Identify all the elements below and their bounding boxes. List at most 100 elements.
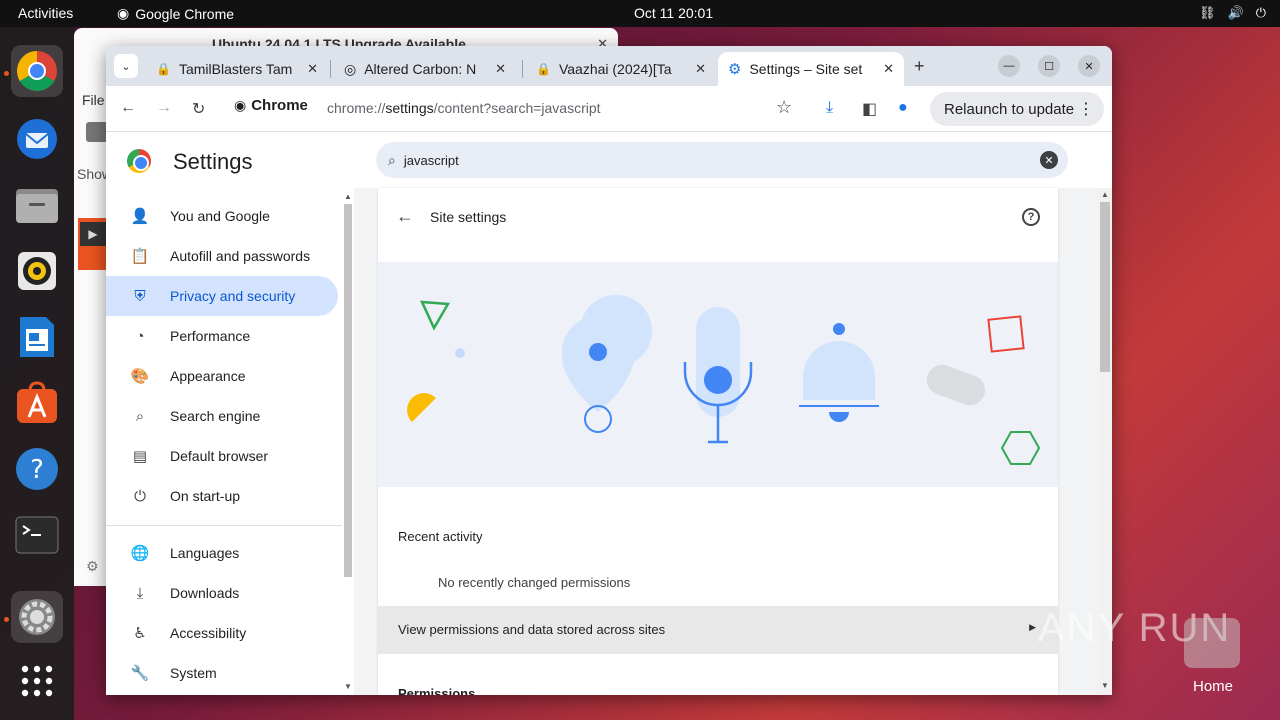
bookmark-star-icon[interactable]: ☆ xyxy=(776,97,792,118)
thunderbird-icon[interactable] xyxy=(11,113,63,165)
network-icon: ⛓ xyxy=(1199,5,1216,20)
tab-strip: ⌄ 🔒 TamilBlasters Tam ✕ ◎ Altered Carbon… xyxy=(106,46,1112,86)
scroll-down-icon[interactable]: ▼ xyxy=(344,682,352,691)
no-recent-text: No recently changed permissions xyxy=(438,575,631,590)
tab-settings[interactable]: ⚙ Settings – Site set ✕ xyxy=(718,52,904,86)
clear-search-icon[interactable]: ✕ xyxy=(1040,151,1058,169)
close-tab-icon[interactable]: ✕ xyxy=(883,61,894,77)
favicon-icon: ◎ xyxy=(344,60,357,77)
nav-label: Search engine xyxy=(170,408,261,424)
nav-system[interactable]: 🔧 System xyxy=(106,653,338,693)
download-icon[interactable]: ⤓ xyxy=(826,99,833,117)
file-menu[interactable]: File xyxy=(82,92,105,108)
files-icon[interactable] xyxy=(11,179,63,231)
reload-icon[interactable]: ↻ xyxy=(192,99,205,119)
top-bar: Activities ◉ Google Chrome Oct 11 20:01 … xyxy=(0,0,1280,27)
back-icon[interactable]: ← xyxy=(120,99,136,117)
sidebar-scrollbar[interactable]: ▲ ▼ xyxy=(342,192,354,692)
relaunch-button[interactable]: Relaunch to update ⋮ xyxy=(930,92,1104,126)
settings-main: ← Site settings ? Recent activity No rec… xyxy=(354,188,1098,695)
settings-header: Settings ⌕ javascript ✕ xyxy=(106,132,1112,188)
nav-label: On start-up xyxy=(170,488,241,504)
help-icon[interactable]: ? xyxy=(11,443,63,495)
show-apps-icon[interactable] xyxy=(11,655,63,707)
nav-label: Languages xyxy=(170,545,240,561)
terminal-icon[interactable] xyxy=(11,509,63,561)
app-menu-label: Google Chrome xyxy=(135,5,235,22)
nav-label: System xyxy=(170,665,217,681)
settings-search[interactable]: ⌕ javascript ✕ xyxy=(376,142,1068,178)
settings-icon[interactable] xyxy=(11,591,63,643)
activities-button[interactable]: Activities xyxy=(18,5,73,21)
chrome-icon[interactable] xyxy=(11,45,63,97)
scroll-down-icon[interactable]: ▼ xyxy=(1101,681,1109,690)
nav-default-browser[interactable]: ▤ Default browser xyxy=(106,436,338,476)
nav-search-engine[interactable]: ⌕ Search engine xyxy=(106,396,338,436)
hero-illustration xyxy=(378,262,1058,487)
chevron-right-icon: ▶ xyxy=(1029,622,1036,632)
clock[interactable]: Oct 11 20:01 xyxy=(634,5,713,21)
tab-tamilblasters[interactable]: 🔒 TamilBlasters Tam ✕ xyxy=(146,52,328,86)
scrollbar-thumb[interactable] xyxy=(1100,202,1110,372)
url-path: /content?search=javascript xyxy=(433,100,601,116)
nav-you-and-google[interactable]: 👤 You and Google xyxy=(106,196,338,236)
search-input[interactable]: javascript xyxy=(404,153,1040,168)
tab-title: Vaazhai (2024)[Ta xyxy=(558,61,672,77)
tab-title: TamilBlasters Tam xyxy=(178,61,293,77)
system-tray[interactable]: ⛓ 🔊 ⏻ xyxy=(1199,5,1266,21)
nav-divider xyxy=(106,525,342,526)
power-icon: ⏻ xyxy=(134,487,146,505)
scroll-up-icon[interactable]: ▲ xyxy=(1101,190,1109,199)
nav-languages[interactable]: 🌐 Languages xyxy=(106,533,338,573)
nav-autofill[interactable]: 📋 Autofill and passwords xyxy=(106,236,338,276)
nav-appearance[interactable]: 🎨 Appearance xyxy=(106,356,338,396)
nav-downloads[interactable]: ⤓ Downloads xyxy=(106,573,338,613)
nav-performance[interactable]: ◔ Performance xyxy=(106,316,338,356)
writer-icon[interactable] xyxy=(11,311,63,363)
close-tab-icon[interactable]: ✕ xyxy=(695,61,706,77)
tab-divider xyxy=(330,60,331,78)
url-host: settings xyxy=(385,100,434,116)
forward-icon[interactable]: → xyxy=(156,99,172,117)
menu-dots-icon[interactable]: ⋮ xyxy=(1078,99,1094,119)
palette-icon: 🎨 xyxy=(130,368,150,385)
tab-divider xyxy=(522,60,523,78)
site-info-chip[interactable]: ◉ Chrome xyxy=(234,97,308,114)
rhythmbox-icon[interactable] xyxy=(11,245,63,297)
wrench-icon: 🔧 xyxy=(130,665,150,682)
nav-label: Downloads xyxy=(170,585,240,601)
maximize-button[interactable]: ☐ xyxy=(1038,55,1060,77)
nav-privacy-security[interactable]: ⛨ Privacy and security xyxy=(106,276,338,316)
home-folder-icon[interactable] xyxy=(1184,618,1240,668)
section-title: Site settings xyxy=(430,209,507,225)
scroll-up-icon[interactable]: ▲ xyxy=(344,192,352,201)
profile-icon[interactable]: ● xyxy=(898,99,908,117)
close-window-button[interactable]: ✕ xyxy=(1078,55,1100,77)
play-icon[interactable]: ▶ xyxy=(80,222,106,246)
minimize-button[interactable]: — xyxy=(998,55,1020,77)
app-center-icon[interactable] xyxy=(11,377,63,429)
scrollbar-thumb[interactable] xyxy=(344,204,352,577)
address-bar[interactable]: chrome://settings/content?search=javascr… xyxy=(327,100,601,116)
maximize-icon: ☐ xyxy=(1044,60,1054,73)
url-prefix: chrome:// xyxy=(327,100,386,116)
close-tab-icon[interactable]: ✕ xyxy=(495,61,506,77)
favicon-icon: 🔒 xyxy=(536,62,551,76)
chrome-window: ⌄ 🔒 TamilBlasters Tam ✕ ◎ Altered Carbon… xyxy=(106,46,1112,695)
nav-on-startup[interactable]: ⏻ On start-up xyxy=(106,476,338,516)
close-tab-icon[interactable]: ✕ xyxy=(307,61,318,77)
new-tab-button[interactable]: + xyxy=(914,56,925,77)
site-settings-card: ← Site settings ? Recent activity No rec… xyxy=(378,188,1058,695)
gear-icon[interactable]: ⚙ xyxy=(86,558,99,575)
app-menu[interactable]: ◉ Google Chrome xyxy=(117,5,234,22)
help-icon[interactable]: ? xyxy=(1022,208,1040,226)
view-permissions-row[interactable]: View permissions and data stored across … xyxy=(378,606,1058,654)
back-arrow-icon[interactable]: ← xyxy=(396,206,414,227)
tab-search-button[interactable]: ⌄ xyxy=(114,54,138,78)
nav-label: You and Google xyxy=(170,208,270,224)
tab-vaazhai[interactable]: 🔒 Vaazhai (2024)[Ta ✕ xyxy=(526,52,716,86)
nav-accessibility[interactable]: ♿ Accessibility xyxy=(106,613,338,653)
side-panel-icon[interactable]: ◧ xyxy=(862,99,877,119)
tab-altered-carbon[interactable]: ◎ Altered Carbon: N ✕ xyxy=(334,52,516,86)
clipboard-icon: 📋 xyxy=(130,248,150,265)
